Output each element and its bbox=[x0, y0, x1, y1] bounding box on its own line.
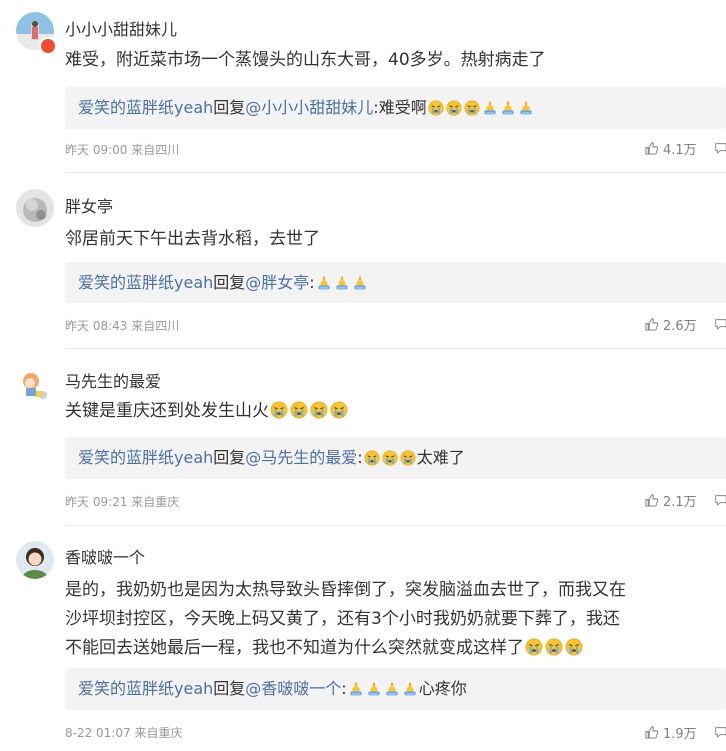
avatar[interactable] bbox=[16, 541, 54, 579]
reply-target[interactable]: @胖女亭 bbox=[245, 273, 309, 292]
avatar[interactable] bbox=[16, 366, 54, 404]
reply-text: 心疼你 bbox=[418, 679, 467, 698]
divider bbox=[65, 172, 726, 173]
crying-face-emoji bbox=[428, 100, 444, 116]
like-button[interactable]: 1.9万 bbox=[644, 723, 697, 742]
reply-box[interactable]: 爱笑的蓝胖纸yeah回复@马先生的最爱: 太难了 bbox=[65, 437, 726, 479]
reply-username[interactable]: 爱笑的蓝胖纸yeah bbox=[78, 448, 213, 467]
crying-face-emoji bbox=[565, 638, 583, 656]
comment-time: 昨天 09:21 bbox=[65, 495, 128, 509]
divider bbox=[65, 525, 726, 526]
comment-text: 邻居前天下午出去背水稻，去世了 bbox=[65, 229, 320, 249]
reply-box[interactable]: 爱笑的蓝胖纸yeah回复@胖女亭: bbox=[65, 262, 726, 303]
crying-face-emoji bbox=[400, 450, 416, 466]
reply-username[interactable]: 爱笑的蓝胖纸yeah bbox=[78, 98, 213, 117]
reply-username[interactable]: 爱笑的蓝胖纸yeah bbox=[78, 679, 213, 698]
crying-face-emoji bbox=[270, 401, 288, 419]
comment-username[interactable]: 胖女亭 bbox=[65, 193, 113, 217]
thumbs-up-icon bbox=[644, 725, 659, 740]
reply-text: 难受啊 bbox=[378, 98, 427, 117]
reply-colon: : bbox=[357, 448, 363, 467]
comment-source: 来自重庆 bbox=[131, 495, 180, 509]
reply-target[interactable]: @小小小甜甜妹儿 bbox=[245, 98, 373, 117]
comment-meta: 昨天 08:43 来自四川 bbox=[65, 317, 179, 334]
crying-face-emoji bbox=[382, 450, 398, 466]
candle-prayer-emoji bbox=[482, 100, 498, 116]
comment-bubble-icon[interactable] bbox=[714, 725, 726, 739]
reply-verb: 回复 bbox=[213, 448, 246, 467]
like-count: 4.1万 bbox=[663, 143, 697, 158]
comment-text-line-with-emoji: 不能回去送她最后一程，我也不知道为什么突然就变成这样了 bbox=[65, 634, 720, 663]
comment-text-body: 关键是重庆还到处发生山火 bbox=[65, 401, 269, 421]
comment-username[interactable]: 香啵啵一个 bbox=[65, 544, 145, 568]
candle-prayer-emoji bbox=[334, 275, 350, 291]
candle-prayer-emoji bbox=[366, 681, 382, 697]
comment-time: 8-22 01:07 bbox=[65, 726, 131, 740]
comment-time: 昨天 09:00 bbox=[65, 143, 128, 157]
comment-meta: 昨天 09:21 来自重庆 bbox=[65, 493, 179, 510]
candle-prayer-emoji bbox=[316, 275, 332, 291]
reply-text: 太难了 bbox=[416, 448, 465, 467]
comment-username[interactable]: 小小小甜甜妹儿 bbox=[65, 16, 177, 40]
like-button[interactable]: 2.1万 bbox=[644, 491, 697, 510]
crying-face-emoji bbox=[545, 638, 563, 656]
reply-verb: 回复 bbox=[213, 679, 246, 698]
comment-text-line: 不能回去送她最后一程，我也不知道为什么突然就变成这样了 bbox=[65, 638, 524, 658]
crying-face-emoji bbox=[464, 100, 480, 116]
reply-verb: 回复 bbox=[213, 273, 246, 292]
reply-colon: : bbox=[341, 679, 347, 698]
comment-bubble-icon[interactable] bbox=[714, 141, 726, 155]
like-count: 2.1万 bbox=[663, 495, 697, 510]
crying-face-emoji bbox=[330, 401, 348, 419]
comment-meta: 昨天 09:00 来自四川 bbox=[65, 141, 179, 158]
comment-source: 来自四川 bbox=[131, 319, 180, 333]
crying-face-emoji bbox=[310, 401, 328, 419]
candle-prayer-emoji bbox=[384, 681, 400, 697]
comment-time: 昨天 08:43 bbox=[65, 319, 128, 333]
reply-colon: : bbox=[309, 273, 315, 292]
candle-prayer-emoji bbox=[518, 100, 534, 116]
like-count: 1.9万 bbox=[663, 727, 697, 742]
candle-prayer-emoji bbox=[348, 681, 364, 697]
reply-target[interactable]: @香啵啵一个 bbox=[245, 679, 341, 698]
crying-face-emoji bbox=[364, 450, 380, 466]
comment-text: 是的，我奶奶也是因为太热导致头昏摔倒了，突发脑溢血去世了，而我又在 沙坪坝封控区… bbox=[65, 576, 720, 663]
comment-bubble-icon[interactable] bbox=[714, 493, 726, 507]
reply-box[interactable]: 爱笑的蓝胖纸yeah回复@香啵啵一个: 心疼你 bbox=[65, 668, 726, 710]
comment-text-line: 沙坪坝封控区，今天晚上码又黄了，还有3个小时我奶奶就要下葬了，我还 bbox=[65, 609, 620, 629]
like-button[interactable]: 2.6万 bbox=[644, 315, 697, 334]
comment-source: 来自重庆 bbox=[134, 726, 183, 740]
candle-prayer-emoji bbox=[500, 100, 516, 116]
comment-text: 关键是重庆还到处发生山火 bbox=[65, 398, 720, 425]
reply-verb: 回复 bbox=[213, 98, 246, 117]
thumbs-up-icon bbox=[644, 493, 659, 508]
crying-face-emoji bbox=[525, 638, 543, 656]
comment-username[interactable]: 马先生的最爱 bbox=[65, 368, 161, 392]
reply-username[interactable]: 爱笑的蓝胖纸yeah bbox=[78, 273, 213, 292]
candle-prayer-emoji bbox=[352, 275, 368, 291]
crying-face-emoji bbox=[446, 100, 462, 116]
comment-meta: 8-22 01:07 来自重庆 bbox=[65, 724, 182, 741]
avatar[interactable] bbox=[16, 189, 54, 227]
thumbs-up-icon bbox=[644, 317, 659, 332]
comment-source: 来自四川 bbox=[131, 143, 180, 157]
comment-text-line: 是的，我奶奶也是因为太热导致头昏摔倒了，突发脑溢血去世了，而我又在 bbox=[65, 580, 626, 600]
comment-bubble-icon[interactable] bbox=[714, 317, 726, 331]
reply-target[interactable]: @马先生的最爱 bbox=[245, 448, 357, 467]
comment-text: 难受，附近菜市场一个蒸馒头的山东大哥，40多岁。热射病走了 bbox=[65, 50, 546, 70]
like-button[interactable]: 4.1万 bbox=[644, 139, 697, 158]
thumbs-up-icon bbox=[644, 141, 659, 156]
reply-box[interactable]: 爱笑的蓝胖纸yeah回复@小小小甜甜妹儿:难受啊 bbox=[65, 87, 726, 129]
divider bbox=[65, 348, 726, 349]
verified-badge-icon bbox=[39, 37, 57, 55]
candle-prayer-emoji bbox=[402, 681, 418, 697]
like-count: 2.6万 bbox=[663, 319, 697, 334]
crying-face-emoji bbox=[290, 401, 308, 419]
